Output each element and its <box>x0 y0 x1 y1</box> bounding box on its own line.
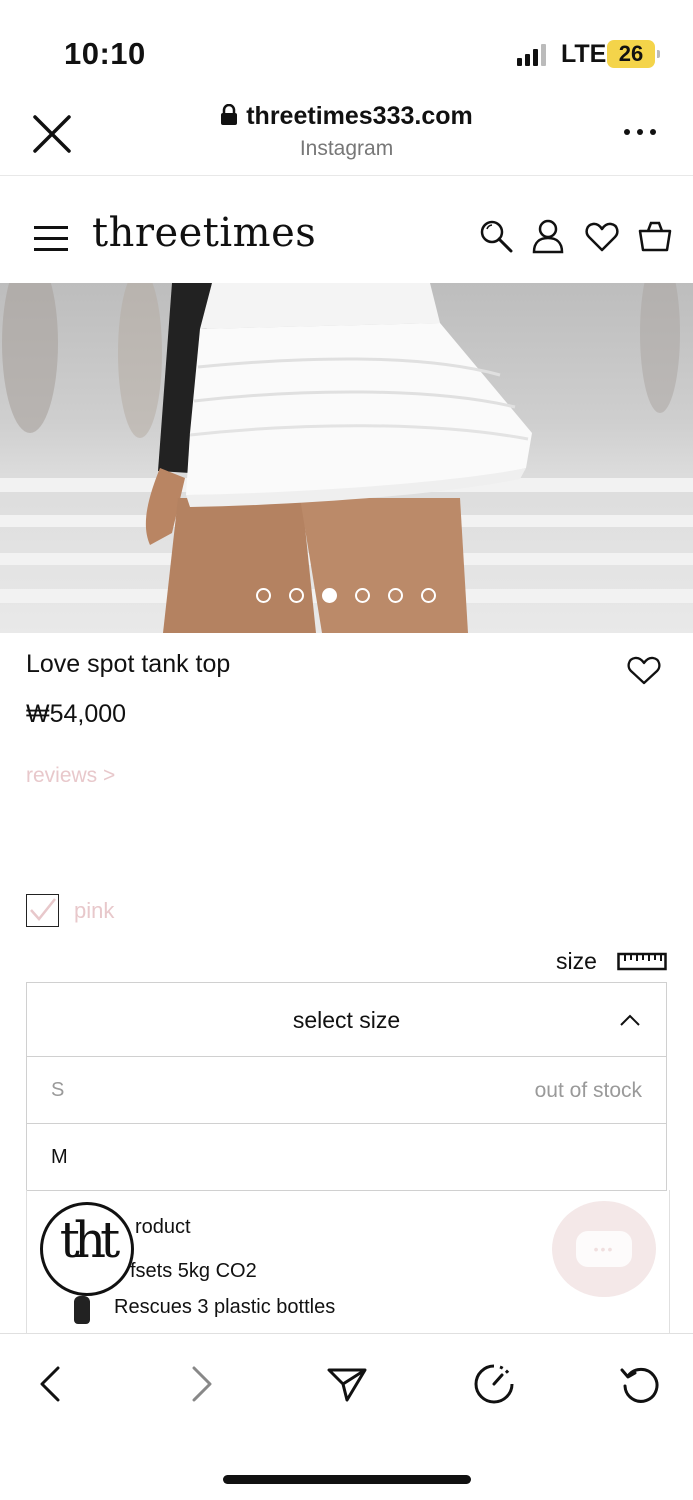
badge-text: tht <box>59 1211 120 1269</box>
site-header: threetimes <box>0 176 693 283</box>
eco-line-3: Rescues 3 plastic bottles <box>114 1296 336 1318</box>
forward-icon[interactable] <box>178 1362 222 1406</box>
page-url: threetimes333.com <box>246 102 473 130</box>
carousel-dot[interactable] <box>388 588 403 603</box>
status-bar: 10:10 LTE 26 <box>0 0 693 96</box>
site-logo[interactable]: threetimes <box>92 210 316 256</box>
size-guide-label[interactable]: size <box>556 948 597 975</box>
search-icon[interactable] <box>478 218 514 254</box>
carousel-dot[interactable] <box>256 588 271 603</box>
lock-icon <box>221 104 238 125</box>
reload-icon[interactable] <box>618 1362 662 1406</box>
eco-line-1: roduct <box>135 1216 191 1238</box>
bottle-icon <box>74 1296 90 1324</box>
account-icon[interactable] <box>530 218 566 254</box>
share-icon[interactable] <box>325 1362 369 1406</box>
eco-line-2: fsets 5kg CO2 <box>130 1260 257 1282</box>
size-select-placeholder: select size <box>292 1007 401 1033</box>
signal-icon <box>517 44 547 66</box>
wishlist-icon[interactable] <box>584 218 620 254</box>
more-options-icon[interactable] <box>620 122 660 142</box>
size-option-m[interactable]: M <box>26 1124 667 1191</box>
in-app-browser-header: threetimes333.com Instagram <box>0 96 693 176</box>
product-name: Love spot tank top <box>26 650 231 678</box>
source-label: Instagram <box>299 137 394 160</box>
carousel-dot[interactable] <box>322 588 337 603</box>
menu-icon[interactable] <box>34 226 70 252</box>
status-time: 10:10 <box>64 36 146 71</box>
timer-icon[interactable] <box>472 1362 516 1406</box>
color-option-checkbox[interactable] <box>26 894 59 927</box>
color-option-label[interactable]: pink <box>74 898 114 924</box>
ruler-icon[interactable] <box>617 951 667 973</box>
back-icon[interactable] <box>30 1362 74 1406</box>
size-option-label: S <box>51 1079 65 1101</box>
product-photo <box>0 283 693 633</box>
battery-icon: 26 <box>607 40 655 68</box>
home-indicator[interactable] <box>223 1475 471 1484</box>
cart-icon[interactable] <box>637 218 673 254</box>
size-option-label: M <box>51 1146 68 1168</box>
url-area[interactable]: threetimes333.com Instagram <box>0 102 693 161</box>
size-option-s[interactable]: S out of stock <box>26 1057 667 1124</box>
chat-button[interactable]: ••• <box>552 1201 656 1297</box>
carousel-dot[interactable] <box>421 588 436 603</box>
add-to-wishlist-heart-icon[interactable] <box>626 654 662 686</box>
reviews-link[interactable]: reviews > <box>26 764 115 788</box>
size-select[interactable]: select size <box>26 982 667 1057</box>
check-icon <box>30 898 56 921</box>
battery-tip <box>657 50 660 58</box>
network-type: LTE <box>561 40 607 68</box>
product-image[interactable] <box>0 283 693 633</box>
brand-badge-logo[interactable]: tht <box>40 1202 134 1296</box>
carousel-dot[interactable] <box>289 588 304 603</box>
chat-icon: ••• <box>576 1231 632 1267</box>
stock-status: out of stock <box>534 1079 642 1102</box>
chevron-up-icon <box>620 1014 640 1026</box>
carousel-dot[interactable] <box>355 588 370 603</box>
product-price: ₩54,000 <box>26 700 127 728</box>
